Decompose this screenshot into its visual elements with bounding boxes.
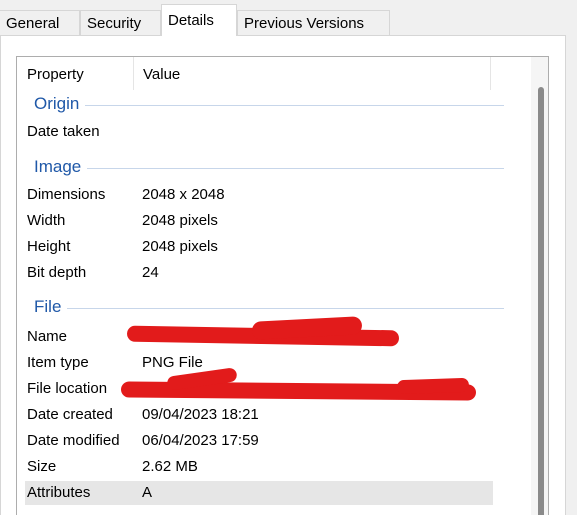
property-value: A [142,484,153,501]
scrollbar-thumb[interactable] [538,87,544,515]
properties-list[interactable]: Property Value Origin Date taken Image D… [16,56,549,515]
tab-details[interactable]: Details [161,4,237,36]
property-name: Name [27,328,68,345]
list-item[interactable]: Size 2.62 MB [25,455,493,479]
property-name: Date created [27,406,113,423]
list-item-selected[interactable]: Attributes A [25,481,493,505]
group-label-origin: Origin [34,94,86,114]
property-name: Date taken [27,123,100,140]
group-divider-line [34,105,504,106]
property-name: Width [27,212,66,229]
property-name: Size [27,458,57,475]
group-origin: Origin [34,94,504,114]
property-name: File location [27,380,108,397]
tab-general[interactable]: General [0,10,80,35]
list-item[interactable]: Dimensions 2048 x 2048 [25,183,493,207]
property-name: Attributes [27,484,91,501]
group-file: File [34,297,504,317]
property-name: Dimensions [27,186,106,203]
group-label-image: Image [34,157,88,177]
redaction-mark [396,377,470,395]
details-panel: Property Value Origin Date taken Image D… [0,35,566,515]
group-divider-line [34,308,504,309]
group-divider-line [34,168,504,169]
property-name: Height [27,238,71,255]
property-value: 2048 pixels [142,238,218,255]
property-value: 06/04/2023 17:59 [142,432,259,449]
list-item[interactable]: Date created 09/04/2023 18:21 [25,403,493,427]
column-header-property[interactable]: Property [27,66,84,83]
property-name: Item type [27,354,89,371]
group-label-file: File [34,297,68,317]
property-value: 2.62 MB [142,458,198,475]
list-item[interactable]: Date modified 06/04/2023 17:59 [25,429,493,453]
property-name: Bit depth [27,264,87,281]
tab-strip: General Security Details Previous Versio… [0,4,577,36]
list-item[interactable]: Width 2048 pixels [25,209,493,233]
property-name: Date modified [27,432,120,449]
list-header: Property Value [17,57,532,90]
list-item[interactable]: Bit depth 24 [25,261,493,285]
tab-previous-versions[interactable]: Previous Versions [237,10,390,35]
property-value: 09/04/2023 18:21 [142,406,259,423]
list-item[interactable]: Date taken [25,120,493,144]
column-divider[interactable] [133,57,134,90]
column-divider[interactable] [490,57,491,90]
property-value: 2048 x 2048 [142,186,225,203]
group-image: Image [34,157,504,177]
property-value: 2048 pixels [142,212,218,229]
vertical-scrollbar[interactable] [531,57,548,515]
property-value: 24 [142,264,159,281]
property-value: PNG File [142,354,203,371]
list-item[interactable]: Height 2048 pixels [25,235,493,259]
tab-security[interactable]: Security [80,10,161,35]
column-header-value[interactable]: Value [143,66,180,83]
list-item[interactable]: Item type PNG File [25,351,493,375]
file-properties-dialog: General Security Details Previous Versio… [0,0,577,515]
